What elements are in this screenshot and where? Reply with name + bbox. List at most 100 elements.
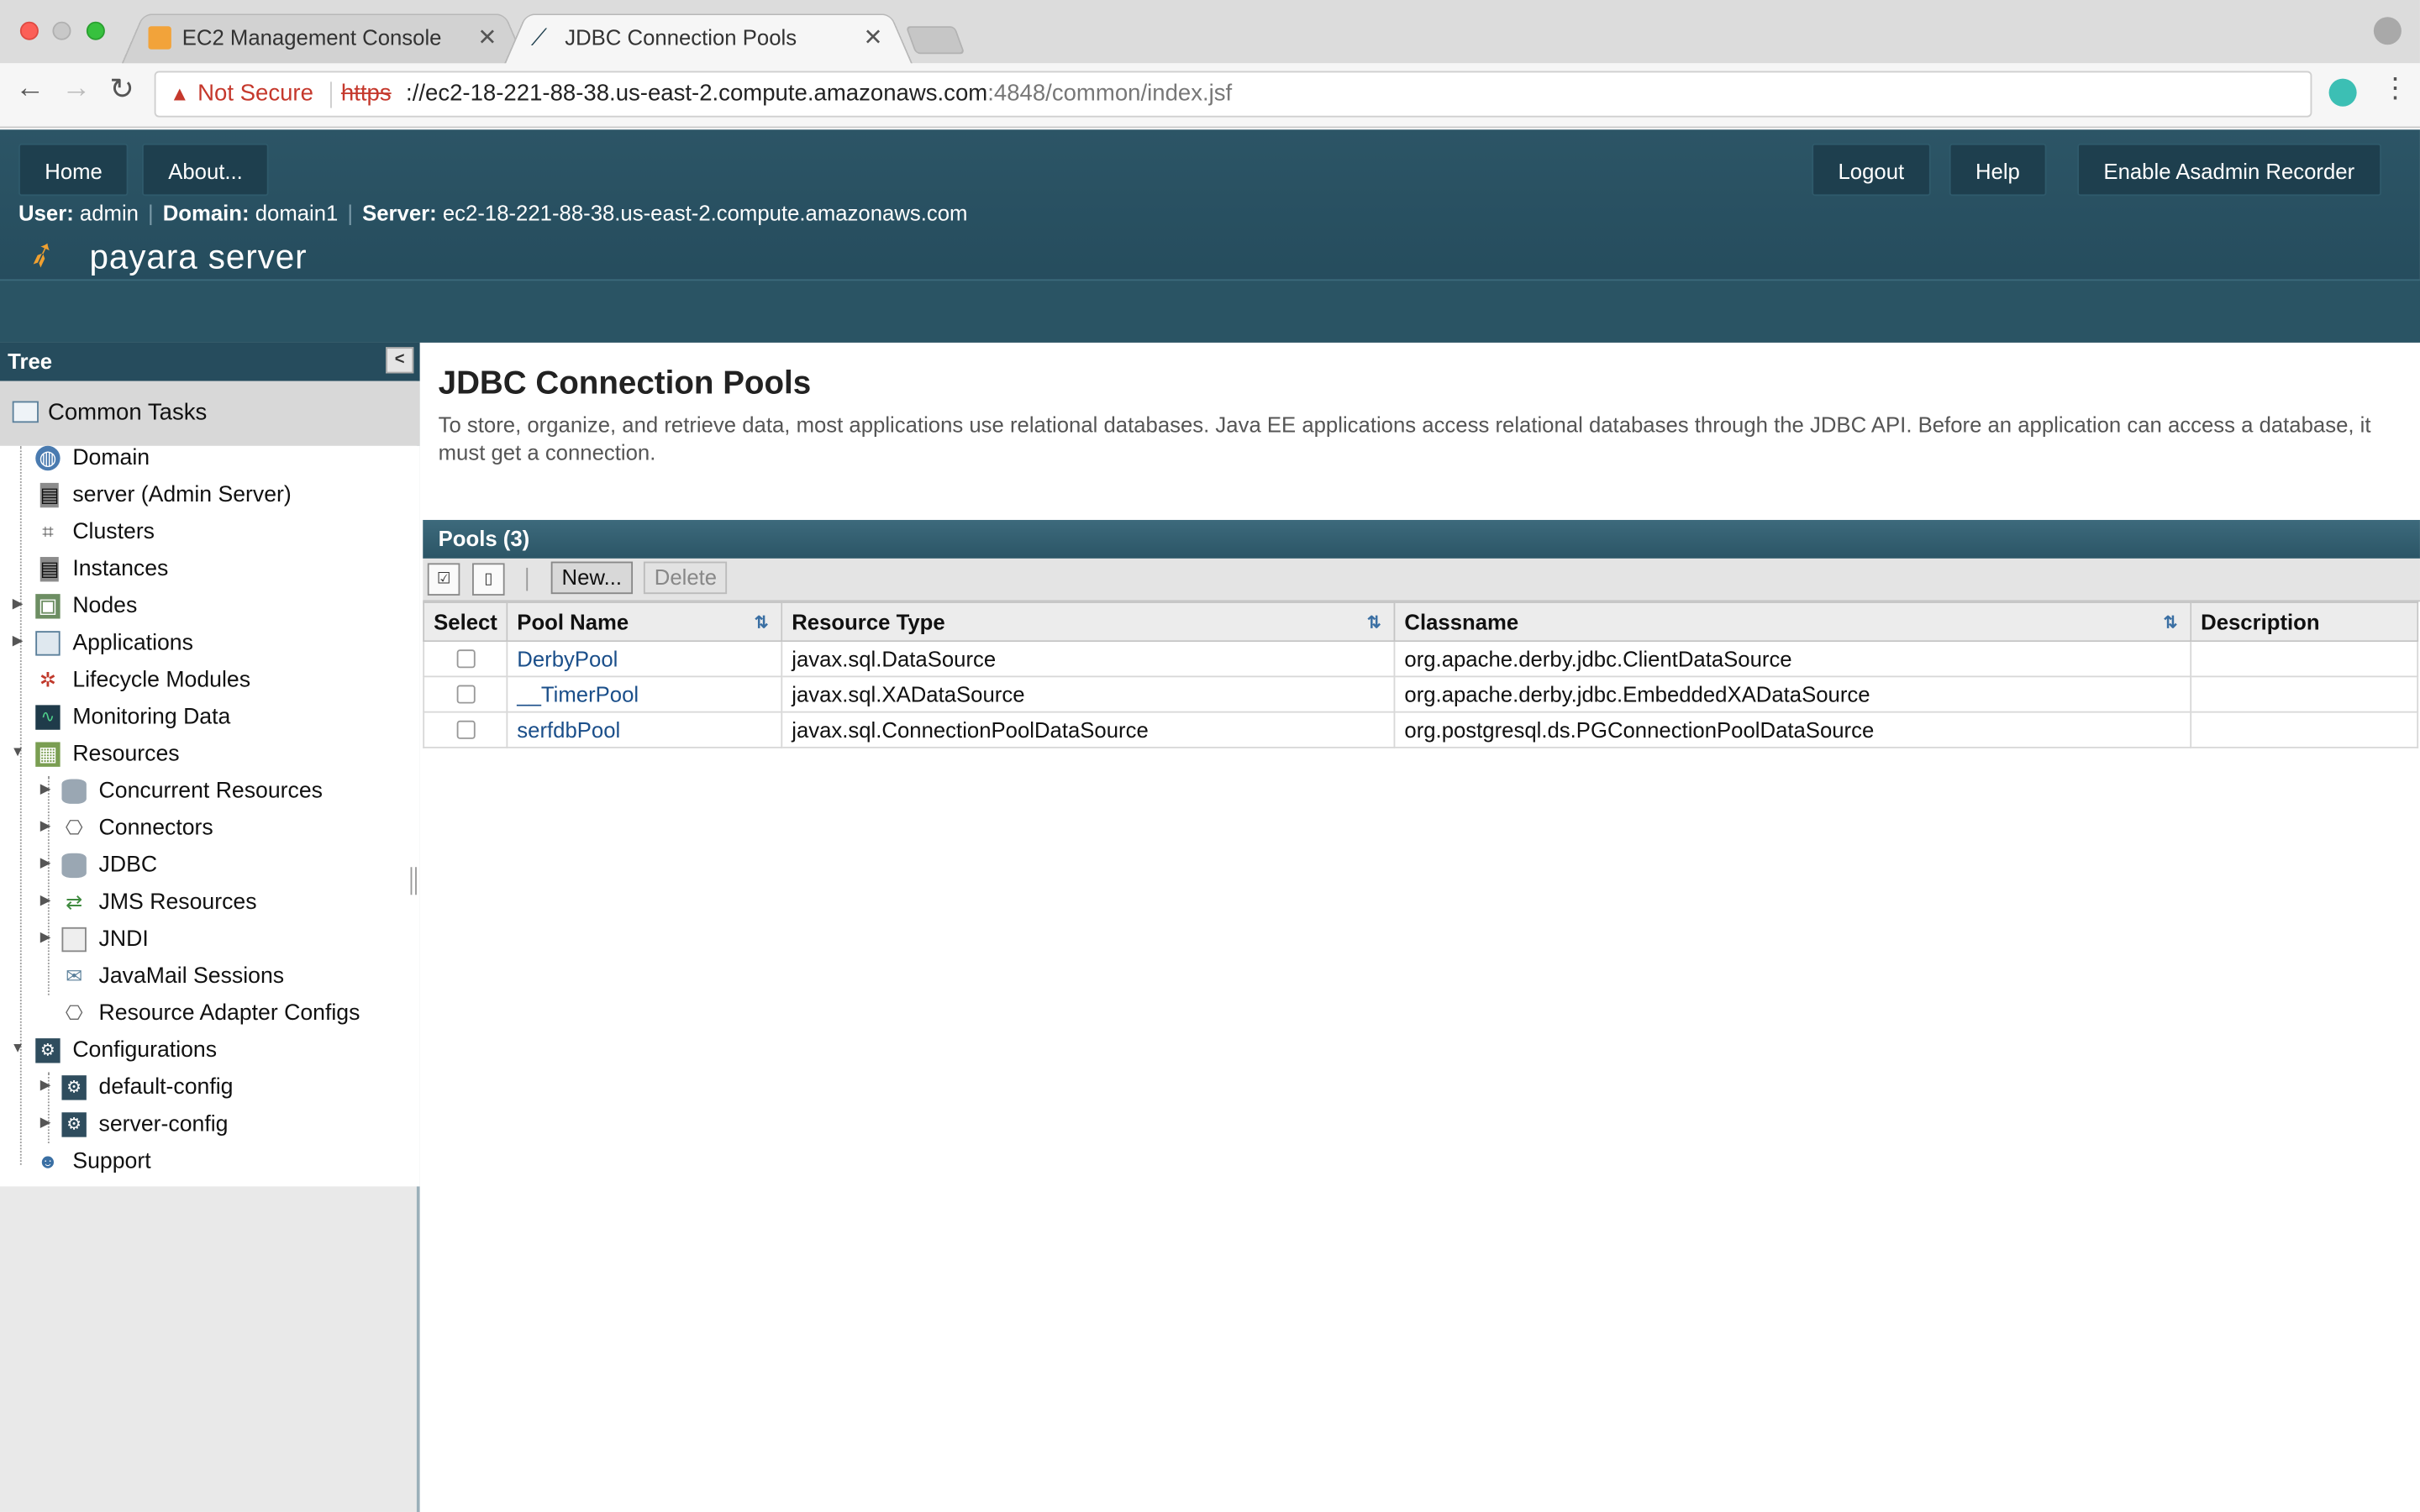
navigation-tree: Tree < Common Tasks ◍ Domain ▤ server (Adm… [0, 342, 420, 1512]
column-header-select: Select [423, 601, 508, 643]
config-icon: ⚙ [35, 1038, 60, 1063]
server-icon: ▤ [39, 482, 60, 508]
tree-item-label: JavaMail Sessions [98, 963, 285, 990]
logout-button[interactable]: Logout [1812, 143, 1931, 197]
payara-logo: payara server [89, 237, 308, 276]
jms-icon: ⇄ [66, 890, 83, 914]
reload-icon[interactable]: ↻ [109, 72, 134, 108]
tree-header: Tree < [0, 342, 420, 381]
payara-fish-icon: ➶ [21, 230, 62, 277]
tree-item-jndi[interactable]: JNDI [61, 921, 149, 958]
collapse-arrow-icon[interactable]: ▼ [11, 1040, 24, 1055]
warning-icon: ▲ [170, 81, 190, 105]
browser-tab-ec2[interactable]: EC2 Management Console ✕ [121, 13, 528, 66]
url-path: :4848/common/index.jsf [987, 80, 1233, 107]
pool-name-link[interactable]: DerbyPool [517, 647, 618, 671]
description-cell [2190, 711, 2419, 748]
description-cell [2190, 675, 2419, 713]
sort-icon[interactable]: ⇅ [1367, 612, 1381, 633]
url-input[interactable]: ▲ Not Secure https ://ec2-18-221-88-38.u… [154, 71, 2312, 118]
column-header-description: Description [2190, 601, 2419, 643]
tree-item-jms-resources[interactable]: ⇄ JMS Resources [66, 884, 256, 921]
select-all-icon[interactable]: ☑ [427, 563, 460, 596]
tree-item-resources[interactable]: ▦ Resources [35, 736, 180, 773]
tree-item-server-config[interactable]: ⚙ server-config [61, 1106, 228, 1143]
expand-arrow-icon[interactable]: ▶ [13, 633, 24, 649]
tree-item-resource-adapter-configs[interactable]: ⎔ Resource Adapter Configs [66, 995, 360, 1032]
expand-arrow-icon[interactable]: ▶ [13, 596, 24, 612]
tree-item-label: Lifecycle Modules [72, 668, 251, 693]
collapse-tree-icon[interactable]: < [386, 347, 414, 374]
security-label[interactable]: Not Secure [197, 72, 313, 115]
tree-item-lifecycle-modules[interactable]: ✲ Lifecycle Modules [39, 662, 251, 699]
tree-item-default-config[interactable]: ⚙ default-config [61, 1069, 233, 1106]
expand-arrow-icon[interactable]: ▶ [40, 855, 51, 872]
tree-item-configurations[interactable]: ⚙ Configurations [35, 1032, 217, 1069]
tree-item-jdbc[interactable]: JDBC [61, 847, 157, 884]
tree-item-javamail-sessions[interactable]: ✉ JavaMail Sessions [66, 958, 285, 995]
pool-name-link[interactable]: serfdbPool [517, 717, 620, 742]
close-tab-icon[interactable]: ✕ [863, 13, 882, 64]
tree-item-label: Domain [72, 445, 150, 471]
tree-item-clusters[interactable]: ⌗ Clusters [42, 514, 155, 551]
tree-item-label: Connectors [98, 816, 213, 842]
new-tab-button[interactable] [905, 26, 965, 55]
user-value: admin [79, 200, 139, 226]
row-select-checkbox[interactable] [456, 685, 476, 704]
expand-arrow-icon[interactable]: ▶ [40, 817, 51, 834]
profile-icon[interactable] [2373, 17, 2402, 45]
expand-arrow-icon[interactable]: ▶ [40, 892, 51, 909]
column-header-pool-name[interactable]: Pool Name ⇅ [506, 601, 783, 643]
back-icon[interactable]: ← [15, 72, 45, 106]
row-select-checkbox[interactable] [456, 720, 476, 739]
row-select-checkbox[interactable] [456, 649, 476, 669]
pools-table-title: Pools (3) [423, 519, 2420, 559]
tree-item-applications[interactable]: Applications [35, 625, 193, 662]
expand-arrow-icon[interactable]: ▶ [40, 780, 51, 797]
home-button[interactable]: Home [18, 143, 129, 197]
menu-dots-icon[interactable]: ⋮ [2381, 72, 2409, 105]
tree-item-server[interactable]: ▤ server (Admin Server) [39, 477, 292, 514]
expand-arrow-icon[interactable]: ▶ [40, 929, 51, 946]
close-tab-icon[interactable]: ✕ [477, 13, 497, 64]
tree-item-label: Resources [72, 742, 180, 767]
tree-item-support[interactable]: ☻ Support [37, 1143, 151, 1180]
admin-header: Home About... Logout Help Enable Asadmin… [0, 129, 2420, 343]
pool-name-link[interactable]: __TimerPool [517, 682, 639, 706]
tree-item-monitoring-data[interactable]: ∿ Monitoring Data [35, 699, 230, 736]
about-button[interactable]: About... [141, 143, 270, 197]
collapse-arrow-icon[interactable]: ▼ [11, 743, 24, 759]
tree-item-instances[interactable]: ▤ Instances [39, 551, 168, 588]
column-header-resource-type[interactable]: Resource Type ⇅ [781, 601, 1396, 643]
forward-icon[interactable]: → [61, 72, 91, 106]
common-tasks-link[interactable]: Common Tasks [0, 381, 420, 446]
domain-label: Domain: [162, 200, 250, 226]
sort-icon[interactable]: ⇅ [2164, 612, 2178, 633]
maximize-window-icon[interactable] [86, 21, 105, 40]
minimize-window-icon[interactable] [52, 21, 71, 40]
cluster-icon: ⌗ [42, 519, 54, 543]
page-title: JDBC Connection Pools [438, 365, 812, 402]
tree-item-connectors[interactable]: ⎔ Connectors [66, 810, 213, 847]
browser-tab-jdbc[interactable]: ⟋ JDBC Connection Pools ✕ [503, 13, 913, 66]
tree-item-domain[interactable]: ◍ Domain [35, 439, 150, 476]
column-header-classname[interactable]: Classname ⇅ [1393, 601, 2192, 643]
expand-arrow-icon[interactable]: ▶ [40, 1077, 51, 1094]
close-window-icon[interactable] [19, 21, 39, 40]
extension-icon[interactable] [2328, 78, 2357, 107]
tree-item-label: Resource Adapter Configs [98, 1001, 360, 1026]
help-button[interactable]: Help [1949, 143, 2047, 197]
tree-item-label: Support [72, 1149, 151, 1174]
expand-arrow-icon[interactable]: ▶ [40, 1114, 51, 1131]
new-pool-button[interactable]: New... [550, 561, 633, 595]
sort-icon[interactable]: ⇅ [755, 612, 769, 633]
aws-cube-icon [148, 26, 171, 50]
delete-pool-button[interactable]: Delete [643, 561, 728, 595]
deselect-all-icon[interactable]: ▯ [472, 563, 505, 596]
url-divider [330, 81, 332, 108]
tree-item-concurrent-resources[interactable]: Concurrent Resources [61, 773, 323, 810]
tree-item-nodes[interactable]: ▣ Nodes [35, 588, 137, 625]
enable-asadmin-recorder-button[interactable]: Enable Asadmin Recorder [2077, 143, 2381, 197]
table-header-row: Select Pool Name ⇅ Resource Type ⇅ Classna… [423, 601, 2419, 643]
resize-handle[interactable] [410, 867, 417, 895]
